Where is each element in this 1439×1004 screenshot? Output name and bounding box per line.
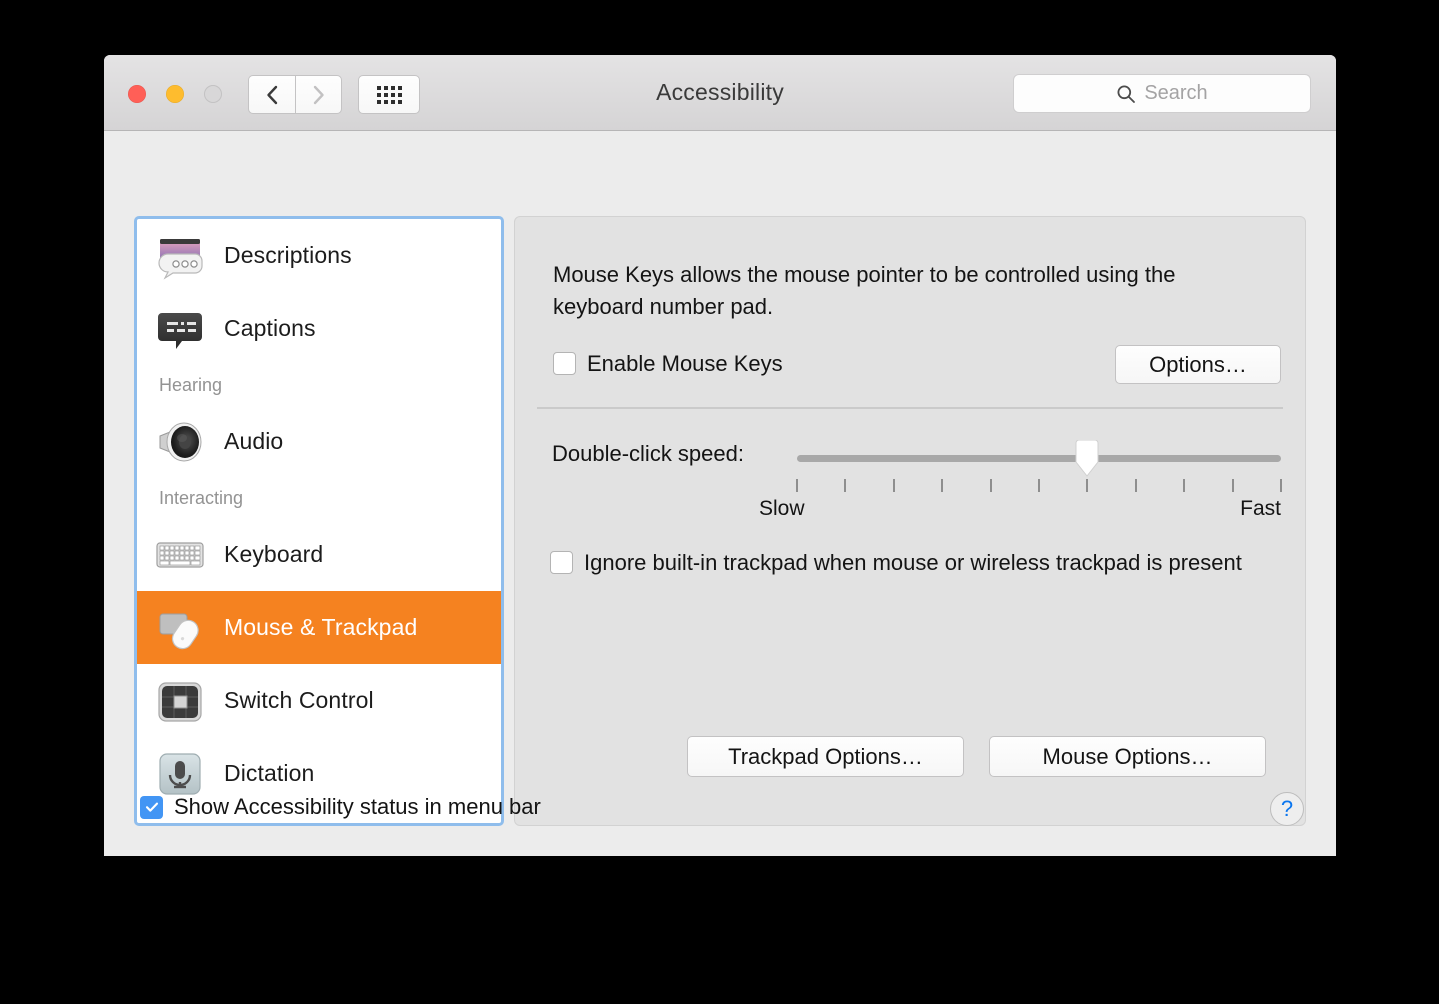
ignore-trackpad-label: Ignore built-in trackpad when mouse or w… [584, 550, 1242, 575]
slider-tick [1086, 479, 1089, 492]
slider-tick [941, 479, 944, 492]
feature-description: Mouse Keys allows the mouse pointer to b… [553, 262, 1176, 319]
show-status-checkbox[interactable]: Show Accessibility status in menu bar [140, 794, 541, 820]
mouse-keys-options-button[interactable]: Options… [1115, 345, 1281, 384]
section-divider [537, 407, 1283, 409]
search-input[interactable]: Search [1013, 74, 1311, 113]
checkbox-box[interactable] [553, 352, 576, 375]
mouse-trackpad-settings-panel: Mouse Keys allows the mouse pointer to b… [514, 216, 1306, 826]
sidebar-item-label: Descriptions [224, 242, 352, 268]
sidebar-item-label: Switch Control [224, 687, 374, 713]
double-click-speed-slider[interactable] [797, 439, 1281, 477]
slider-max-label: Fast [1240, 497, 1281, 520]
sidebar-item-audio[interactable]: Audio [137, 405, 501, 478]
mouse-options-button[interactable]: Mouse Options… [989, 736, 1266, 777]
sidebar-group-hearing: Hearing [159, 374, 223, 395]
sidebar-item-mouse-trackpad[interactable]: Mouse & Trackpad [137, 591, 501, 664]
sidebar-item-keyboard[interactable]: Keyboard [137, 518, 501, 591]
slider-track [797, 455, 1281, 462]
window-body: Descriptions Captions Hearing Audio Inte… [104, 131, 1336, 856]
sidebar-item-label: Mouse & Trackpad [224, 614, 418, 640]
dictation-mic-icon [154, 748, 206, 800]
slider-tick [796, 479, 798, 492]
slider-tick [1134, 479, 1137, 492]
slider-tick [1038, 479, 1040, 492]
sidebar-item-switch-control[interactable]: Switch Control [137, 664, 501, 737]
slider-min-label: Slow [759, 497, 805, 520]
enable-mouse-keys-label: Enable Mouse Keys [587, 351, 783, 376]
ignore-trackpad-checkbox[interactable]: Ignore built-in trackpad when mouse or w… [550, 547, 1270, 578]
descriptions-icon [154, 230, 206, 282]
sidebar-item-label: Audio [224, 428, 284, 454]
search-icon [1117, 85, 1136, 103]
mouse-trackpad-icon [154, 602, 206, 654]
sidebar-item-captions[interactable]: Captions [137, 292, 501, 365]
sidebar-item-descriptions[interactable]: Descriptions [137, 219, 501, 292]
show-status-label: Show Accessibility status in menu bar [174, 794, 541, 819]
enable-mouse-keys-checkbox[interactable]: Enable Mouse Keys [553, 348, 783, 379]
slider-tick [1231, 479, 1234, 492]
search-placeholder: Search [1144, 82, 1208, 104]
window-titlebar: Accessibility Search [104, 55, 1336, 131]
audio-speaker-icon [154, 416, 206, 468]
slider-tick [892, 479, 895, 492]
captions-icon [154, 303, 206, 355]
double-click-speed-label: Double-click speed: [552, 441, 744, 466]
sidebar-item-label: Keyboard [224, 541, 324, 567]
checkmark-icon [145, 802, 158, 812]
sidebar-item-label: Captions [224, 315, 316, 341]
trackpad-options-button[interactable]: Trackpad Options… [687, 736, 964, 777]
keyboard-icon [154, 529, 206, 581]
checkbox-box[interactable] [140, 795, 163, 819]
slider-tick [989, 479, 992, 492]
sidebar-item-label: Dictation [224, 760, 315, 786]
accessibility-feature-list[interactable]: Descriptions Captions Hearing Audio Inte… [134, 216, 504, 826]
slider-thumb[interactable] [1073, 439, 1101, 478]
preferences-window: Accessibility Search Descriptions Captio… [104, 55, 1336, 856]
checkbox-box[interactable] [550, 551, 573, 574]
slider-tick [844, 479, 847, 492]
switch-control-icon [154, 675, 206, 727]
slider-tick [1280, 479, 1282, 492]
help-button[interactable]: ? [1270, 792, 1304, 826]
slider-tick [1183, 479, 1186, 492]
slider-tick-marks [796, 479, 1282, 493]
sidebar-group-interacting: Interacting [159, 487, 244, 508]
